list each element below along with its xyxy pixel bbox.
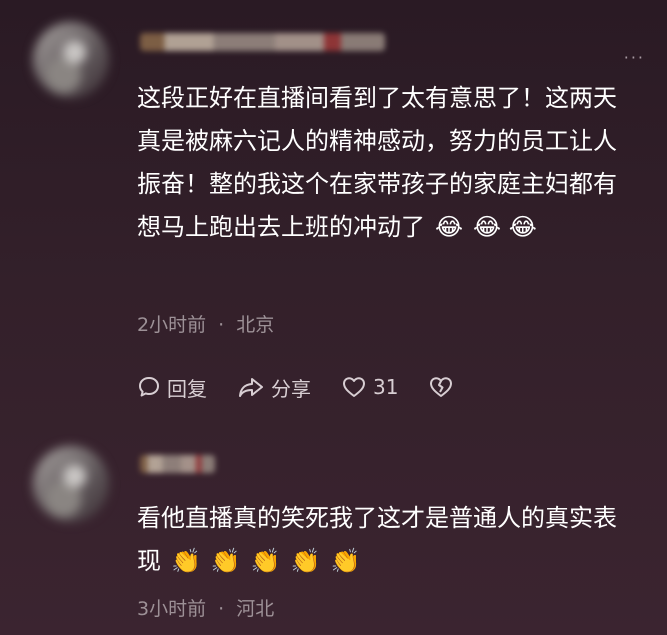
like-button[interactable]: 31 xyxy=(341,375,398,399)
comment-text: 这段正好在直播间看到了太有意思了！这两天真是被麻六记人的精神感动，努力的员工让人… xyxy=(137,77,637,249)
dislike-button[interactable] xyxy=(428,375,460,399)
laughing-emoji-icon: 😂 xyxy=(473,213,502,241)
reply-label: 回复 xyxy=(167,376,207,401)
share-label: 分享 xyxy=(271,376,311,401)
clapping-hands-emoji-icon: 👏 xyxy=(290,547,321,575)
heart-icon xyxy=(343,377,365,397)
comment-text: 看他直播真的笑死我了这才是普通人的真实表现 👏 👏 👏 👏 👏 xyxy=(137,497,637,583)
username-blurred[interactable] xyxy=(140,33,385,51)
meta-separator: · xyxy=(218,314,225,336)
comment-actions: 回复 分享 31 xyxy=(137,372,490,402)
comment-location: 河北 xyxy=(236,598,275,620)
reply-button[interactable]: 回复 xyxy=(137,373,207,402)
broken-heart-icon xyxy=(430,377,453,397)
clapping-hands-emoji-icon: 👏 xyxy=(250,547,281,575)
share-arrow-icon xyxy=(239,378,263,397)
comment-location: 北京 xyxy=(236,314,275,336)
laughing-emoji-icon: 😂 xyxy=(508,213,537,241)
clapping-hands-emoji-icon: 👏 xyxy=(210,547,241,575)
more-dots-icon[interactable]: ··· xyxy=(624,50,645,66)
like-count: 31 xyxy=(373,375,399,399)
comment-meta: 2小时前 · 北京 xyxy=(137,310,274,337)
comment-bubble-icon xyxy=(139,377,159,397)
avatar[interactable] xyxy=(33,446,109,522)
clapping-hands-emoji-icon: 👏 xyxy=(330,547,361,575)
clapping-hands-emoji-icon: 👏 xyxy=(171,547,201,575)
share-button[interactable]: 分享 xyxy=(237,373,311,402)
comment-meta: 3小时前 · 河北 xyxy=(137,594,274,621)
meta-separator: · xyxy=(218,598,225,620)
comment-time: 3小时前 xyxy=(137,598,207,620)
laughing-emoji-icon: 😂 xyxy=(435,213,464,241)
comment-time: 2小时前 xyxy=(137,314,207,336)
avatar[interactable] xyxy=(33,22,109,98)
username-blurred[interactable] xyxy=(140,455,215,473)
